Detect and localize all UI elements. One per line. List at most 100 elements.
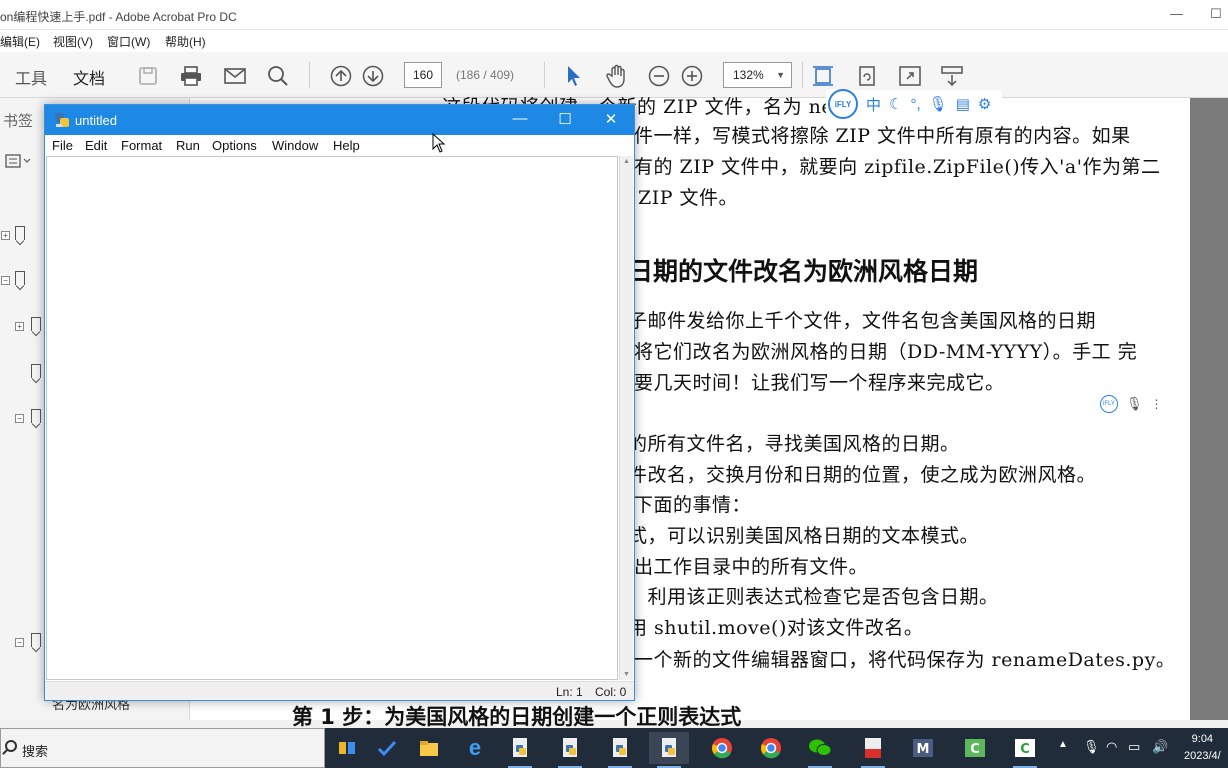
close-icon[interactable]: ✕	[596, 110, 626, 128]
doc-line: ，利用该正则表达式检查它是否包含日期。	[628, 586, 999, 608]
menu-window[interactable]: 窗口(W)	[107, 33, 150, 50]
ifly-mini-logo[interactable]: iFLY	[1100, 395, 1118, 413]
expand-icon[interactable]: +	[15, 322, 24, 331]
microphone-icon[interactable]: 🎙	[1083, 739, 1100, 755]
bookmark-icon[interactable]	[15, 226, 25, 240]
recorder-icon[interactable]: C	[1005, 732, 1045, 768]
wifi-icon[interactable]: ◠	[1106, 739, 1117, 755]
minimize-icon[interactable]: —	[505, 110, 535, 127]
doc-line: 出工作目录中的所有文件。	[634, 556, 869, 578]
ifly-chinese-toggle[interactable]: 中	[866, 94, 881, 115]
python-file-icon[interactable]	[600, 732, 640, 768]
menu-file[interactable]: File	[52, 138, 73, 153]
line-indicator: Ln: 1	[556, 685, 583, 699]
punctuation-icon[interactable]: °,	[910, 96, 920, 113]
print-icon[interactable]	[179, 64, 203, 88]
clock-date: 2023/4/	[1184, 750, 1221, 762]
next-page-icon[interactable]	[361, 64, 385, 88]
chrome-icon[interactable]	[751, 732, 791, 764]
collapse-icon[interactable]: −	[15, 414, 24, 423]
taskbar: 搜索 e M C C ▲ 🎙 ◠ ▭ 🔊 9:04 2023/4/	[0, 728, 1228, 768]
maximize-icon[interactable]: ☐	[1210, 6, 1222, 22]
tab-tools[interactable]: 工具	[15, 65, 47, 89]
moon-icon[interactable]: ☾	[889, 95, 902, 113]
taskbar-search[interactable]: 搜索	[0, 728, 325, 768]
python-file-icon[interactable]	[500, 732, 540, 768]
volume-icon[interactable]: 🔊	[1152, 739, 1168, 755]
zoom-select[interactable]: 132% ▼	[723, 62, 792, 88]
mail-icon[interactable]	[223, 64, 247, 88]
rotate-page-icon[interactable]	[855, 64, 879, 88]
bookmark-icon[interactable]	[31, 364, 41, 378]
bookmark-icon[interactable]	[31, 409, 41, 423]
zoom-in-icon[interactable]	[680, 64, 704, 88]
todo-app-icon[interactable]	[367, 732, 407, 764]
task-view-icon[interactable]	[327, 732, 367, 764]
editor-title-bar[interactable]: untitled — ☐ ✕	[45, 105, 634, 135]
file-explorer-icon[interactable]	[409, 732, 449, 764]
menu-edit[interactable]: 编辑(E)	[0, 33, 40, 50]
menu-format[interactable]: Format	[121, 138, 162, 153]
editor-title: untitled	[75, 113, 117, 128]
collapse-icon[interactable]: −	[1, 276, 10, 285]
collapse-icon[interactable]: −	[15, 638, 24, 647]
fit-page-icon[interactable]	[811, 64, 835, 88]
zoom-value: 132%	[733, 68, 764, 82]
bookmark-icon[interactable]	[31, 317, 41, 331]
chrome-icon[interactable]	[702, 732, 742, 764]
page-number-input[interactable]: 160	[404, 62, 442, 88]
microphone-icon[interactable]: 🎙	[1126, 396, 1143, 412]
svg-text:C: C	[1020, 742, 1030, 757]
system-clock[interactable]: 9:04 2023/4/	[1184, 731, 1221, 765]
menu-run[interactable]: Run	[176, 138, 200, 153]
bookmark-icon[interactable]	[15, 271, 25, 285]
python-file-icon[interactable]	[550, 732, 590, 768]
acrobat-pdf-icon[interactable]	[853, 732, 893, 768]
menu-view[interactable]: 视图(V)	[53, 33, 93, 50]
maximize-icon[interactable]: ☐	[550, 110, 580, 128]
bookmark-icon[interactable]	[31, 633, 41, 647]
scroll-up-icon[interactable]: ▲	[623, 158, 630, 165]
menu-window[interactable]: Window	[272, 138, 318, 153]
bookmarks-label[interactable]: 书签	[3, 110, 33, 131]
previous-page-icon[interactable]	[329, 64, 353, 88]
acrobat-menu-bar: 编辑(E) 视图(V) 窗口(W) 帮助(H)	[0, 30, 1228, 52]
more-icon[interactable]: ⋮	[1151, 397, 1163, 411]
edge-browser-icon[interactable]: e	[455, 732, 495, 764]
vertical-scrollbar[interactable]: ▲ ▼	[619, 156, 633, 680]
gear-icon[interactable]: ⚙	[978, 95, 991, 113]
select-arrow-icon[interactable]	[562, 64, 586, 88]
mouse-cursor-icon	[432, 133, 446, 153]
ifly-logo[interactable]: iFLY	[828, 89, 858, 119]
full-screen-icon[interactable]	[898, 64, 922, 88]
microphone-icon[interactable]: 🎙	[929, 95, 948, 113]
save-icon[interactable]	[136, 64, 160, 88]
camtasia-icon[interactable]: C	[955, 732, 995, 764]
zoom-out-icon[interactable]	[647, 64, 671, 88]
column-indicator: Col: 0	[595, 685, 627, 699]
wechat-icon[interactable]	[800, 732, 840, 768]
editor-status-bar: Ln: 1 Col: 0	[45, 681, 634, 700]
read-mode-icon[interactable]	[940, 64, 964, 88]
hand-tool-icon[interactable]	[605, 64, 629, 88]
tray-overflow-icon[interactable]: ▲	[1058, 739, 1068, 750]
step-heading: 第 1 步：为美国风格的日期创建一个正则表达式	[292, 705, 742, 729]
bookmark-options-icon[interactable]	[5, 154, 31, 171]
expand-icon[interactable]: +	[1, 231, 10, 240]
code-editor-area[interactable]	[46, 156, 618, 680]
doc-line: 将它们改名为欧洲风格的日期（DD-MM-YYYY）。手工 完	[634, 341, 1138, 363]
python-idle-icon[interactable]	[649, 732, 689, 768]
menu-edit[interactable]: Edit	[85, 138, 107, 153]
tab-document[interactable]: 文档	[70, 65, 108, 101]
minimize-icon[interactable]: —	[1170, 6, 1183, 21]
doc-line: 有的 ZIP 文件中，就要向 zipfile.ZipFile()传入'a'作为第…	[634, 156, 1161, 178]
battery-icon[interactable]: ▭	[1128, 739, 1140, 755]
app-m-icon[interactable]: M	[903, 732, 943, 764]
clipboard-icon[interactable]: ▤	[956, 95, 970, 113]
doc-line: 的所有文件名，寻找美国风格的日期。	[628, 433, 960, 455]
search-icon[interactable]	[266, 64, 290, 88]
scroll-down-icon[interactable]: ▼	[623, 671, 630, 678]
menu-help[interactable]: 帮助(H)	[165, 33, 206, 50]
menu-options[interactable]: Options	[212, 138, 257, 153]
menu-help[interactable]: Help	[333, 138, 360, 153]
